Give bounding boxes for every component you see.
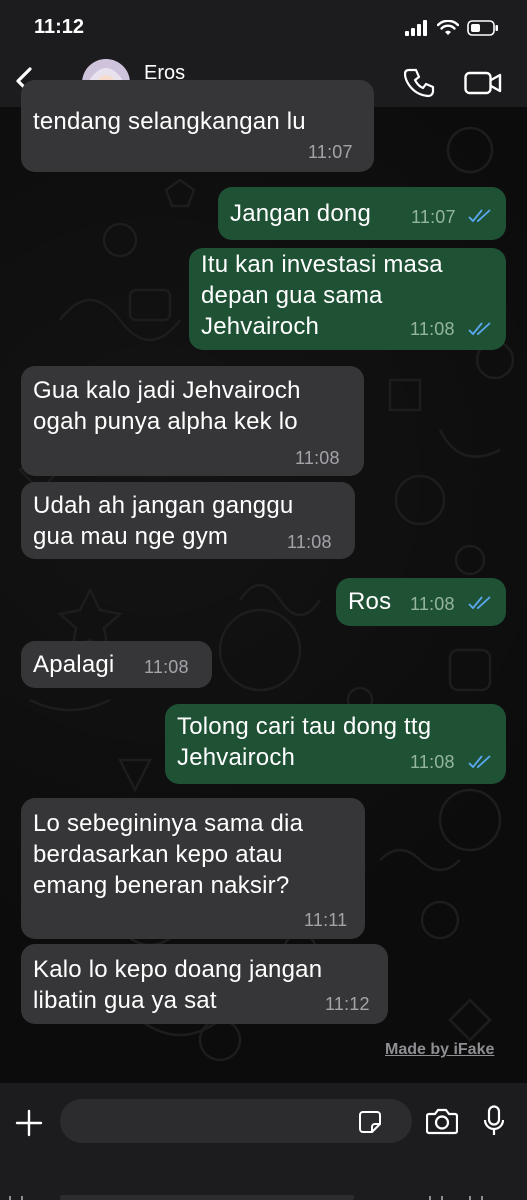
message-bubble-outgoing[interactable]: Tolong cari tau dong ttg Jehvairoch 11:0… xyxy=(165,704,506,784)
message-time: 11:07 xyxy=(308,142,353,162)
message-bubble-outgoing[interactable]: Jangan dong 11:07 xyxy=(218,187,506,240)
message-time: 11:08 xyxy=(410,319,455,339)
plus-icon[interactable] xyxy=(14,1108,44,1138)
message-text: Kalo lo kepo doang jangan libatin gua ya… xyxy=(33,956,323,1014)
status-icons xyxy=(405,18,499,38)
message-text: Lo sebegininya sama dia berdasarkan kepo… xyxy=(33,810,304,899)
sticker-icon[interactable] xyxy=(358,1110,382,1134)
message-text: Itu kan investasi masa depan gua sama Je… xyxy=(201,251,443,340)
message-bubble-incoming[interactable]: Gua kalo jadi Jehvairoch ogah punya alph… xyxy=(21,366,364,476)
microphone-icon[interactable] xyxy=(483,1105,505,1137)
message-time: 11:08 xyxy=(295,448,340,468)
read-receipt-icon xyxy=(468,755,491,769)
camera-icon[interactable] xyxy=(426,1107,458,1135)
watermark: Made by iFake xyxy=(385,1041,495,1058)
message-bubble-outgoing[interactable]: Itu kan investasi masa depan gua sama Je… xyxy=(189,248,506,350)
message-time: 11:08 xyxy=(410,752,455,772)
tab-bar-peek xyxy=(9,1195,483,1200)
message-time: 11:08 xyxy=(410,594,455,614)
status-bar: 11:12 xyxy=(0,0,527,55)
signal-icon xyxy=(405,20,427,36)
message-text: Jangan dong xyxy=(230,200,371,227)
message-bubble-outgoing[interactable]: Ros 11:08 xyxy=(336,578,506,626)
message-time: 11:12 xyxy=(325,994,370,1014)
battery-icon xyxy=(467,20,498,36)
read-receipt-icon xyxy=(468,596,491,610)
message-time: 11:11 xyxy=(304,910,348,930)
read-receipt-icon xyxy=(468,209,491,223)
message-bubble-incoming[interactable]: Kalo lo kepo doang jangan libatin gua ya… xyxy=(21,944,388,1024)
input-bar xyxy=(0,1083,527,1200)
wifi-icon xyxy=(437,20,459,35)
read-receipt-icon xyxy=(468,322,491,336)
message-text: tendang selangkangan lu xyxy=(33,108,306,135)
message-text: Apalagi xyxy=(33,651,115,678)
phone-icon[interactable] xyxy=(404,67,436,99)
message-time: 11:08 xyxy=(144,657,189,677)
message-bubble-incoming[interactable]: Lo sebegininya sama dia berdasarkan kepo… xyxy=(21,798,365,939)
video-camera-icon[interactable] xyxy=(464,69,502,97)
message-time: 11:07 xyxy=(411,207,456,227)
message-text: Gua kalo jadi Jehvairoch ogah punya alph… xyxy=(33,377,301,435)
message-text: Ros xyxy=(348,588,392,615)
message-bubble-incoming[interactable]: tendang selangkangan lu 11:07 xyxy=(21,80,374,172)
message-bubble-incoming[interactable]: Udah ah jangan ganggu gua mau nge gym 11… xyxy=(21,482,355,559)
message-text: Udah ah jangan ganggu gua mau nge gym xyxy=(33,492,294,550)
message-time: 11:08 xyxy=(287,532,332,552)
message-text: Tolong cari tau dong ttg Jehvairoch xyxy=(177,713,432,771)
status-time: 11:12 xyxy=(34,16,85,38)
message-bubble-incoming[interactable]: Apalagi 11:08 xyxy=(21,641,212,688)
